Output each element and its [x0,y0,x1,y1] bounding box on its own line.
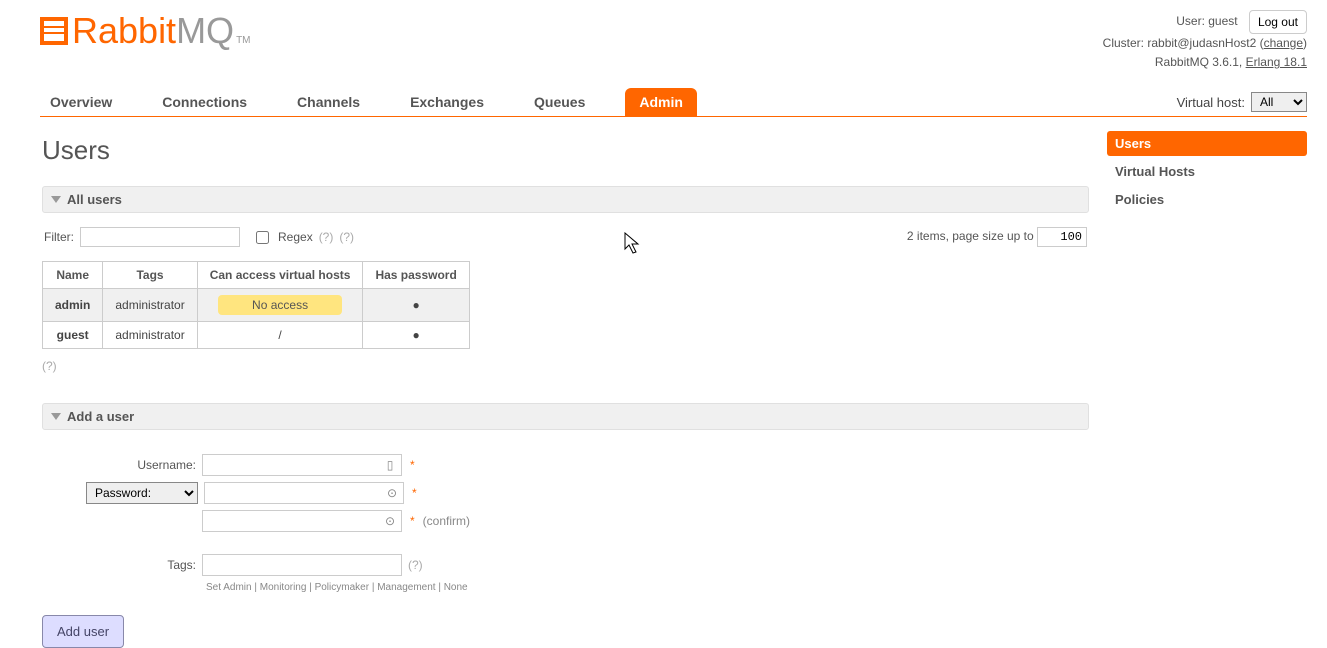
tags-input[interactable] [202,554,402,576]
regex-checkbox[interactable] [256,231,269,244]
sidebar-item-users[interactable]: Users [1107,131,1307,156]
confirm-label: (confirm) [423,514,470,528]
required-star: * [410,458,415,472]
logo-tm: TM [236,35,250,46]
cell-name: admin [43,289,103,322]
table-row[interactable]: admin administrator No access ● [43,289,470,322]
cell-vhost: / [197,322,363,349]
page-title: Users [42,135,1089,166]
section-all-users-label: All users [67,192,122,207]
erlang-link[interactable]: Erlang 18.1 [1246,55,1307,69]
tags-label: Tags: [42,558,202,572]
help-filter[interactable]: (?) [339,230,354,244]
vhost-label: Virtual host: [1177,95,1245,110]
password-confirm-input[interactable] [202,510,402,532]
sidebar-item-policies[interactable]: Policies [1107,187,1307,212]
users-table: Name Tags Can access virtual hosts Has p… [42,261,470,349]
help-table[interactable]: (?) [42,359,1089,373]
username-label: Username: [42,458,202,472]
th-vhosts[interactable]: Can access virtual hosts [197,262,363,289]
password-type-select[interactable]: Password: [86,482,198,504]
no-access-badge: No access [218,295,342,315]
add-user-button[interactable]: Add user [42,615,124,648]
regex-label: Regex [278,230,313,244]
filter-label: Filter: [44,230,74,244]
tab-connections[interactable]: Connections [152,88,257,116]
rabbitmq-icon [40,17,68,45]
tab-channels[interactable]: Channels [287,88,370,116]
username-input[interactable] [202,454,402,476]
logo-text-mq: MQ [176,10,234,52]
change-link[interactable]: change [1264,36,1303,50]
required-star: * [412,486,417,500]
section-all-users[interactable]: All users [42,186,1089,213]
page-size-input[interactable] [1037,227,1087,247]
cluster-value: rabbit@judasnHost2 [1147,36,1256,50]
tab-admin[interactable]: Admin [625,88,697,116]
required-star: * [410,514,415,528]
tag-shortcuts[interactable]: Set Admin | Monitoring | Policymaker | M… [206,582,1089,593]
chevron-down-icon [51,196,61,203]
filter-input[interactable] [80,227,240,247]
password-input[interactable] [204,482,404,504]
nav-tabs: Overview Connections Channels Exchanges … [40,88,697,116]
th-password[interactable]: Has password [363,262,469,289]
th-name[interactable]: Name [43,262,103,289]
logo-text-rabbit: Rabbit [72,10,176,52]
logo: RabbitMQ TM [40,10,251,52]
tab-exchanges[interactable]: Exchanges [400,88,494,116]
cell-name: guest [43,322,103,349]
section-add-user-label: Add a user [67,409,134,424]
user-value: guest [1208,14,1237,28]
cell-password: ● [363,322,469,349]
vhost-select[interactable]: All [1251,92,1307,112]
logout-button[interactable]: Log out [1249,10,1307,34]
tab-queues[interactable]: Queues [524,88,595,116]
version-label: RabbitMQ 3.6.1, [1155,55,1242,69]
th-tags[interactable]: Tags [103,262,197,289]
tab-overview[interactable]: Overview [40,88,122,116]
chevron-down-icon [51,413,61,420]
admin-sidebar: Users Virtual Hosts Policies [1107,131,1307,215]
help-regex[interactable]: (?) [319,230,334,244]
cell-tags: administrator [103,322,197,349]
section-add-user[interactable]: Add a user [42,403,1089,430]
table-row[interactable]: guest administrator / ● [43,322,470,349]
cluster-label: Cluster: [1103,36,1144,50]
user-label: User: [1176,14,1205,28]
items-label: 2 items, page size up to [907,229,1034,243]
sidebar-item-vhosts[interactable]: Virtual Hosts [1107,159,1307,184]
cell-password: ● [363,289,469,322]
help-tags[interactable]: (?) [408,558,423,572]
cell-vhost: No access [197,289,363,322]
cell-tags: administrator [103,289,197,322]
